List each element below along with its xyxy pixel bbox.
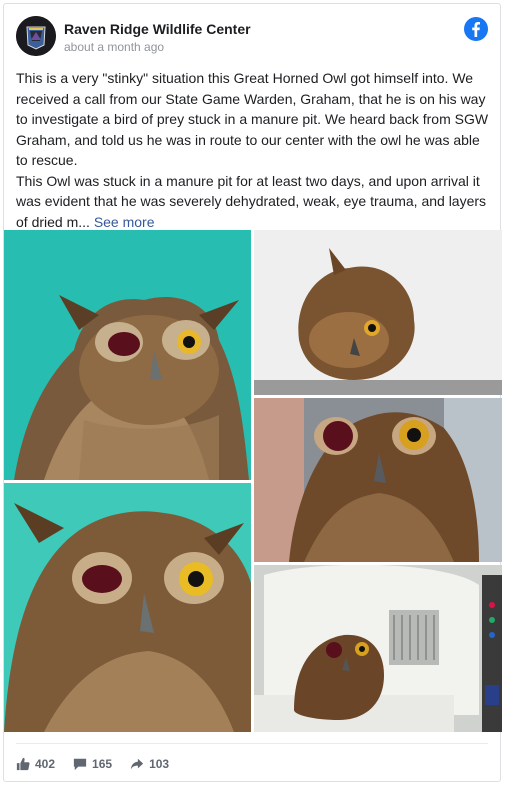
- comment-icon: [73, 758, 87, 771]
- engagement-stats: 402 165 103: [16, 754, 169, 774]
- photo-grid: [4, 230, 502, 732]
- comments-count: 165: [92, 757, 113, 771]
- post-paragraph-2-text: This Owl was stuck in a manure pit for a…: [16, 172, 487, 230]
- photo-owl-teal-1[interactable]: [4, 230, 251, 480]
- raven-ridge-logo-icon: [16, 16, 56, 56]
- shares-count-button[interactable]: 103: [130, 757, 169, 771]
- likes-count: 402: [35, 757, 56, 771]
- stats-divider: [16, 743, 488, 744]
- shares-count: 103: [149, 757, 170, 771]
- likes-count-button[interactable]: 402: [16, 757, 55, 771]
- comments-count-button[interactable]: 165: [73, 757, 112, 771]
- photo-owl-clinic[interactable]: [254, 398, 502, 562]
- post-message: This is a very "stinky" situation this G…: [16, 68, 490, 232]
- photo-owl-towel[interactable]: [254, 230, 502, 395]
- post-header: Raven Ridge Wildlife Center about a mont…: [16, 16, 488, 60]
- facebook-post-card: Raven Ridge Wildlife Center about a mont…: [3, 3, 502, 782]
- thumbs-up-icon: [16, 757, 30, 771]
- see-more-link[interactable]: See more: [94, 214, 155, 230]
- page-avatar[interactable]: [16, 16, 56, 56]
- post-timestamp[interactable]: about a month ago: [64, 40, 164, 54]
- photo-owl-incubator[interactable]: [254, 565, 502, 732]
- photo-owl-teal-2[interactable]: [4, 483, 251, 732]
- post-paragraph-2: This Owl was stuck in a manure pit for a…: [16, 171, 490, 233]
- post-paragraph-1: This is a very "stinky" situation this G…: [16, 70, 489, 168]
- facebook-icon[interactable]: [464, 17, 488, 41]
- page-name-link[interactable]: Raven Ridge Wildlife Center: [64, 21, 251, 37]
- share-arrow-icon: [130, 758, 144, 770]
